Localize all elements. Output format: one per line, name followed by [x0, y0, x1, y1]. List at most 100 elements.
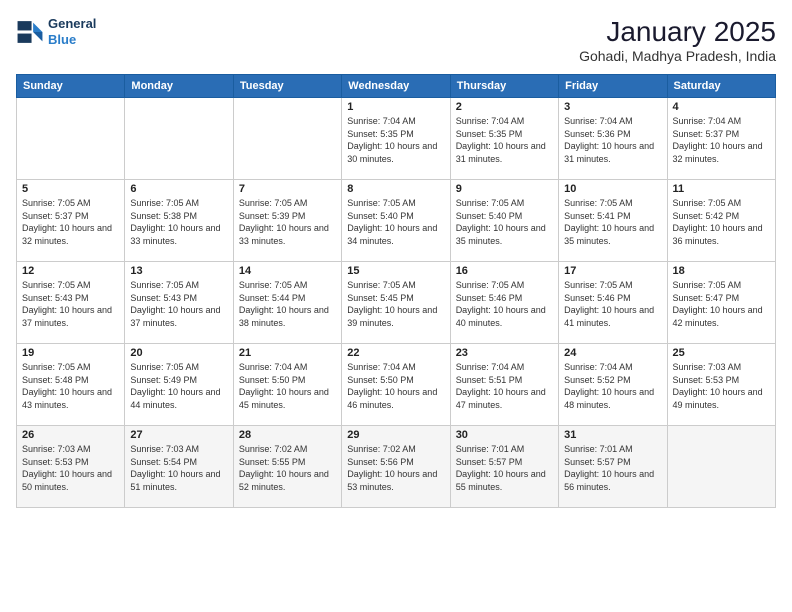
table-row: 8 Sunrise: 7:05 AM Sunset: 5:40 PM Daylig… [342, 180, 450, 262]
header: General Blue January 2025 Gohadi, Madhya… [16, 16, 776, 64]
table-row: 26Sunrise: 7:03 AM Sunset: 5:53 PM Dayli… [17, 426, 125, 508]
day-info: Sunrise: 7:05 AM Sunset: 5:43 PM Dayligh… [130, 279, 227, 329]
table-row: 29Sunrise: 7:02 AM Sunset: 5:56 PM Dayli… [342, 426, 450, 508]
calendar-week-row: 26Sunrise: 7:03 AM Sunset: 5:53 PM Dayli… [17, 426, 776, 508]
day-number: 29 [347, 429, 444, 441]
table-row [125, 98, 233, 180]
table-row: 11Sunrise: 7:05 AM Sunset: 5:42 PM Dayli… [667, 180, 775, 262]
calendar-week-row: 12 Sunrise: 7:05 AM Sunset: 5:43 PM Dayli… [17, 262, 776, 344]
day-number: 8 [347, 183, 444, 195]
col-tuesday: Tuesday [233, 75, 341, 98]
table-row: 23Sunrise: 7:04 AM Sunset: 5:51 PM Dayli… [450, 344, 558, 426]
calendar-table: Sunday Monday Tuesday Wednesday Thursday… [16, 74, 776, 508]
table-row: 12 Sunrise: 7:05 AM Sunset: 5:43 PM Dayli… [17, 262, 125, 344]
table-row: 15 Sunrise: 7:05 AM Sunset: 5:45 PM Dayli… [342, 262, 450, 344]
calendar-week-row: 5Sunrise: 7:05 AM Sunset: 5:37 PM Daylig… [17, 180, 776, 262]
col-friday: Friday [559, 75, 667, 98]
day-number: 6 [130, 183, 227, 195]
logo-icon [16, 18, 44, 46]
day-info: Sunrise: 7:04 AM Sunset: 5:36 PM Dayligh… [564, 115, 661, 165]
table-row: 14 Sunrise: 7:05 AM Sunset: 5:44 PM Dayli… [233, 262, 341, 344]
day-info: Sunrise: 7:05 AM Sunset: 5:44 PM Dayligh… [239, 279, 336, 329]
day-info: Sunrise: 7:05 AM Sunset: 5:46 PM Dayligh… [456, 279, 553, 329]
day-number: 27 [130, 429, 227, 441]
day-number: 22 [347, 347, 444, 359]
table-row: 31 Sunrise: 7:01 AM Sunset: 5:57 PM Dayli… [559, 426, 667, 508]
day-info: Sunrise: 7:04 AM Sunset: 5:51 PM Dayligh… [456, 361, 553, 411]
page: General Blue January 2025 Gohadi, Madhya… [0, 0, 792, 612]
day-number: 28 [239, 429, 336, 441]
table-row: 19 Sunrise: 7:05 AM Sunset: 5:48 PM Dayli… [17, 344, 125, 426]
col-monday: Monday [125, 75, 233, 98]
day-info: Sunrise: 7:05 AM Sunset: 5:40 PM Dayligh… [456, 197, 553, 247]
day-number: 24 [564, 347, 661, 359]
col-wednesday: Wednesday [342, 75, 450, 98]
calendar-week-row: 1 Sunrise: 7:04 AM Sunset: 5:35 PM Daylig… [17, 98, 776, 180]
day-number: 30 [456, 429, 553, 441]
day-number: 14 [239, 265, 336, 277]
table-row: 20 Sunrise: 7:05 AM Sunset: 5:49 PM Dayli… [125, 344, 233, 426]
day-number: 7 [239, 183, 336, 195]
logo: General Blue [16, 16, 96, 47]
table-row: 24Sunrise: 7:04 AM Sunset: 5:52 PM Dayli… [559, 344, 667, 426]
day-number: 15 [347, 265, 444, 277]
day-number: 19 [22, 347, 119, 359]
day-info: Sunrise: 7:05 AM Sunset: 5:41 PM Dayligh… [564, 197, 661, 247]
logo-text: General Blue [48, 16, 96, 47]
day-info: Sunrise: 7:05 AM Sunset: 5:40 PM Dayligh… [347, 197, 444, 247]
table-row: 17 Sunrise: 7:05 AM Sunset: 5:46 PM Dayli… [559, 262, 667, 344]
day-info: Sunrise: 7:05 AM Sunset: 5:38 PM Dayligh… [130, 197, 227, 247]
table-row: 5Sunrise: 7:05 AM Sunset: 5:37 PM Daylig… [17, 180, 125, 262]
calendar-header-row: Sunday Monday Tuesday Wednesday Thursday… [17, 75, 776, 98]
table-row [233, 98, 341, 180]
day-number: 20 [130, 347, 227, 359]
day-info: Sunrise: 7:05 AM Sunset: 5:42 PM Dayligh… [673, 197, 770, 247]
day-info: Sunrise: 7:05 AM Sunset: 5:46 PM Dayligh… [564, 279, 661, 329]
day-info: Sunrise: 7:05 AM Sunset: 5:39 PM Dayligh… [239, 197, 336, 247]
col-thursday: Thursday [450, 75, 558, 98]
table-row: 18 Sunrise: 7:05 AM Sunset: 5:47 PM Dayli… [667, 262, 775, 344]
table-row: 1 Sunrise: 7:04 AM Sunset: 5:35 PM Daylig… [342, 98, 450, 180]
subtitle: Gohadi, Madhya Pradesh, India [579, 48, 776, 64]
day-info: Sunrise: 7:05 AM Sunset: 5:48 PM Dayligh… [22, 361, 119, 411]
calendar-week-row: 19 Sunrise: 7:05 AM Sunset: 5:48 PM Dayli… [17, 344, 776, 426]
day-info: Sunrise: 7:05 AM Sunset: 5:45 PM Dayligh… [347, 279, 444, 329]
day-info: Sunrise: 7:03 AM Sunset: 5:54 PM Dayligh… [130, 443, 227, 493]
table-row: 10Sunrise: 7:05 AM Sunset: 5:41 PM Dayli… [559, 180, 667, 262]
day-number: 3 [564, 101, 661, 113]
col-sunday: Sunday [17, 75, 125, 98]
table-row: 30Sunrise: 7:01 AM Sunset: 5:57 PM Dayli… [450, 426, 558, 508]
day-number: 5 [22, 183, 119, 195]
day-number: 31 [564, 429, 661, 441]
day-info: Sunrise: 7:04 AM Sunset: 5:50 PM Dayligh… [239, 361, 336, 411]
day-info: Sunrise: 7:05 AM Sunset: 5:43 PM Dayligh… [22, 279, 119, 329]
day-number: 17 [564, 265, 661, 277]
day-info: Sunrise: 7:04 AM Sunset: 5:50 PM Dayligh… [347, 361, 444, 411]
day-number: 1 [347, 101, 444, 113]
table-row: 22 Sunrise: 7:04 AM Sunset: 5:50 PM Dayli… [342, 344, 450, 426]
day-info: Sunrise: 7:02 AM Sunset: 5:55 PM Dayligh… [239, 443, 336, 493]
title-block: January 2025 Gohadi, Madhya Pradesh, Ind… [579, 16, 776, 64]
table-row: 27 Sunrise: 7:03 AM Sunset: 5:54 PM Dayli… [125, 426, 233, 508]
table-row: 16 Sunrise: 7:05 AM Sunset: 5:46 PM Dayli… [450, 262, 558, 344]
day-info: Sunrise: 7:03 AM Sunset: 5:53 PM Dayligh… [673, 361, 770, 411]
day-number: 26 [22, 429, 119, 441]
day-number: 18 [673, 265, 770, 277]
day-number: 12 [22, 265, 119, 277]
table-row: 28 Sunrise: 7:02 AM Sunset: 5:55 PM Dayli… [233, 426, 341, 508]
day-number: 21 [239, 347, 336, 359]
table-row: 7 Sunrise: 7:05 AM Sunset: 5:39 PM Daylig… [233, 180, 341, 262]
table-row: 25 Sunrise: 7:03 AM Sunset: 5:53 PM Dayli… [667, 344, 775, 426]
day-info: Sunrise: 7:05 AM Sunset: 5:47 PM Dayligh… [673, 279, 770, 329]
day-info: Sunrise: 7:04 AM Sunset: 5:35 PM Dayligh… [456, 115, 553, 165]
day-info: Sunrise: 7:04 AM Sunset: 5:35 PM Dayligh… [347, 115, 444, 165]
col-saturday: Saturday [667, 75, 775, 98]
table-row [17, 98, 125, 180]
day-number: 2 [456, 101, 553, 113]
table-row: 21 Sunrise: 7:04 AM Sunset: 5:50 PM Dayli… [233, 344, 341, 426]
table-row: 4Sunrise: 7:04 AM Sunset: 5:37 PM Daylig… [667, 98, 775, 180]
day-number: 16 [456, 265, 553, 277]
day-number: 25 [673, 347, 770, 359]
day-info: Sunrise: 7:01 AM Sunset: 5:57 PM Dayligh… [564, 443, 661, 493]
day-info: Sunrise: 7:05 AM Sunset: 5:49 PM Dayligh… [130, 361, 227, 411]
